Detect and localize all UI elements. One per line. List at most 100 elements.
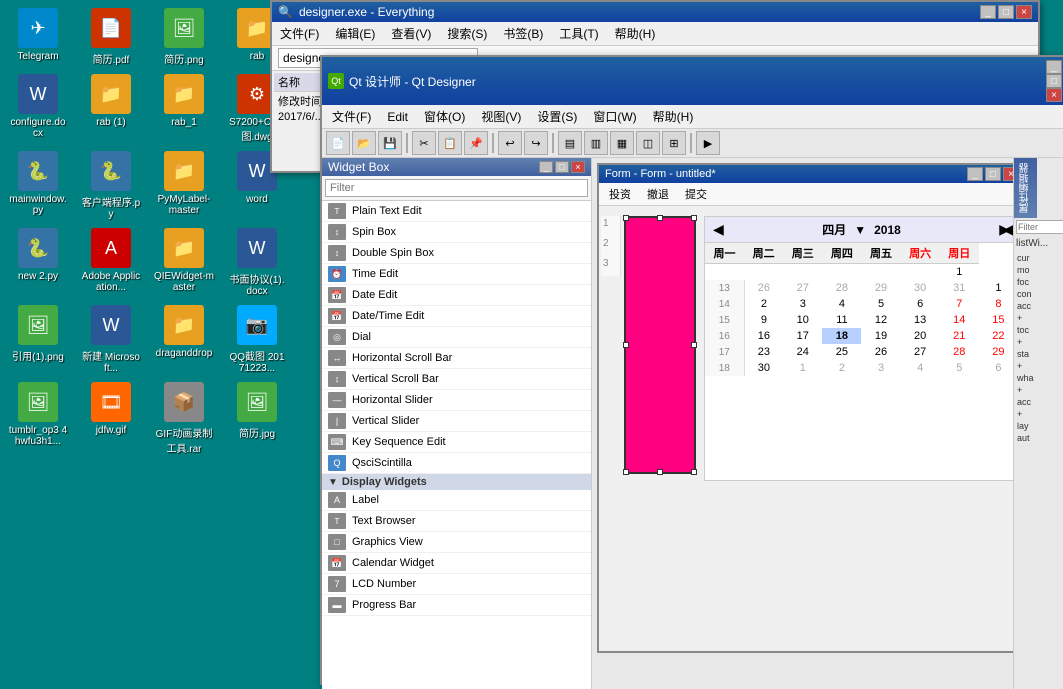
cal-prev-29[interactable]: 29	[861, 280, 900, 296]
cal-day-10[interactable]: 10	[783, 312, 822, 328]
cal-day-22[interactable]: 22	[979, 328, 1013, 344]
desktop-icon-pylabel[interactable]: 📁 PyMyLabel-master	[154, 151, 214, 220]
cal-day-29[interactable]: 29	[979, 344, 1013, 360]
everything-menu-search[interactable]: 搜索(S)	[443, 24, 491, 43]
everything-menu-edit[interactable]: 编辑(E)	[331, 24, 379, 43]
cal-day-23[interactable]: 23	[744, 344, 783, 360]
widget-item-hscroll[interactable]: ↔ Horizontal Scroll Bar	[322, 348, 591, 369]
everything-menu-file[interactable]: 文件(F)	[276, 24, 323, 43]
everything-menu-bookmark[interactable]: 书签(B)	[499, 24, 547, 43]
handle-tl[interactable]	[623, 215, 629, 221]
cal-day-19[interactable]: 19	[861, 328, 900, 344]
widget-box-close-button[interactable]: ×	[571, 161, 585, 173]
calendar-widget[interactable]: ◀ ◀ 四月 ▼ 2018 ▶	[704, 216, 1013, 481]
cal-day-7[interactable]: 7	[940, 296, 979, 312]
cal-day-18-today[interactable]: 18	[822, 328, 861, 344]
toolbar-layout2-button[interactable]: ▥	[584, 131, 608, 155]
toolbar-paste-button[interactable]: 📌	[464, 131, 488, 155]
cal-day-21[interactable]: 21	[940, 328, 979, 344]
prop-expand-2[interactable]: +	[1016, 336, 1063, 348]
widget-filter-input[interactable]	[325, 179, 588, 197]
calendar-prev-button[interactable]: ◀	[713, 221, 724, 238]
widget-item-graphics-view[interactable]: □ Graphics View	[322, 532, 591, 553]
widget-item-hslider[interactable]: — Horizontal Slider	[322, 390, 591, 411]
qt-menu-settings[interactable]: 设置(S)	[529, 106, 585, 127]
prop-expand-4[interactable]: +	[1016, 384, 1063, 396]
cal-day-14[interactable]: 14	[940, 312, 979, 328]
cal-day-12[interactable]: 12	[861, 312, 900, 328]
widget-item-plain-text[interactable]: T Plain Text Edit	[322, 201, 591, 222]
desktop-icon-telegram[interactable]: ✈ Telegram	[8, 8, 68, 66]
cal-day-1[interactable]: 1	[940, 264, 979, 281]
desktop-icon-gif-tool[interactable]: 📦 GIF动画录制工具.rar	[154, 382, 214, 455]
handle-tr[interactable]	[691, 215, 697, 221]
widget-item-progress-bar[interactable]: ▬ Progress Bar	[322, 595, 591, 616]
widget-item-calendar[interactable]: 📅 Calendar Widget	[322, 553, 591, 574]
qt-menu-help[interactable]: 帮助(H)	[645, 106, 702, 127]
qt-menu-edit[interactable]: Edit	[379, 108, 416, 126]
toolbar-layout5-button[interactable]: ⊞	[662, 131, 686, 155]
qt-menu-window[interactable]: 窗口(W)	[585, 106, 644, 127]
qt-menu-view[interactable]: 视图(V)	[473, 106, 529, 127]
widget-item-time-edit[interactable]: ⏰ Time Edit	[322, 264, 591, 285]
cal-day-5[interactable]: 5	[861, 296, 900, 312]
cal-day-4[interactable]: 4	[822, 296, 861, 312]
prop-expand-3[interactable]: +	[1016, 360, 1063, 372]
cal-day-27[interactable]: 27	[901, 344, 940, 360]
cal-day-empty-1[interactable]	[705, 264, 744, 281]
handle-mr[interactable]	[691, 342, 697, 348]
cal-prev-27[interactable]: 27	[783, 280, 822, 296]
handle-bl[interactable]	[623, 469, 629, 475]
desktop-icon-jianli-pdf[interactable]: 📄 简历.pdf	[81, 8, 141, 66]
everything-menu-tools[interactable]: 工具(T)	[555, 24, 602, 43]
cal-next-3[interactable]: 3	[861, 360, 900, 376]
cal-next-2[interactable]: 2	[822, 360, 861, 376]
everything-menu-help[interactable]: 帮助(H)	[611, 24, 660, 43]
widget-item-vscroll[interactable]: ↕ Vertical Scroll Bar	[322, 369, 591, 390]
cal-day-empty-3[interactable]	[783, 264, 822, 281]
cal-day-3[interactable]: 3	[783, 296, 822, 312]
cal-day-26[interactable]: 26	[861, 344, 900, 360]
handle-bm[interactable]	[657, 469, 663, 475]
qt-maximize-button[interactable]: □	[1046, 74, 1062, 88]
property-filter-input[interactable]	[1016, 220, 1063, 234]
cal-day-11[interactable]: 11	[822, 312, 861, 328]
display-widgets-section[interactable]: ▼ Display Widgets	[322, 474, 591, 490]
widget-item-datetime-edit[interactable]: 📅 Date/Time Edit	[322, 306, 591, 327]
cal-day-30[interactable]: 30	[744, 360, 783, 376]
widget-item-vslider[interactable]: | Vertical Slider	[322, 411, 591, 432]
everything-close-button[interactable]: ×	[1016, 5, 1032, 19]
cal-prev-28[interactable]: 28	[822, 280, 861, 296]
toolbar-cut-button[interactable]: ✂	[412, 131, 436, 155]
cal-next-5[interactable]: 5	[940, 360, 979, 376]
handle-br[interactable]	[691, 469, 697, 475]
toolbar-new-button[interactable]: 📄	[326, 131, 350, 155]
form-toolbar-btn-2[interactable]: 撤退	[643, 185, 673, 203]
toolbar-copy-button[interactable]: 📋	[438, 131, 462, 155]
form-minimize-button[interactable]: _	[967, 167, 983, 181]
widget-item-text-browser[interactable]: T Text Browser	[322, 511, 591, 532]
prop-expand-1[interactable]: +	[1016, 312, 1063, 324]
cal-day-15[interactable]: 15	[979, 312, 1013, 328]
cal-prev-30[interactable]: 30	[901, 280, 940, 296]
everything-minimize-button[interactable]: _	[980, 5, 996, 19]
desktop-icon-jianli-png[interactable]: 🖼 简历.png	[154, 8, 214, 66]
widget-item-label[interactable]: A Label	[322, 490, 591, 511]
widget-item-dial[interactable]: ◎ Dial	[322, 327, 591, 348]
widget-box-minimize-button[interactable]: _	[539, 161, 553, 173]
prop-expand-5[interactable]: +	[1016, 408, 1063, 420]
cal-next-4[interactable]: 4	[901, 360, 940, 376]
qt-minimize-button[interactable]: _	[1046, 60, 1062, 74]
widget-item-spin-box[interactable]: ↕ Spin Box	[322, 222, 591, 243]
widget-item-double-spin[interactable]: ↕ Double Spin Box	[322, 243, 591, 264]
cal-day-8[interactable]: 8	[979, 296, 1013, 312]
handle-tm[interactable]	[657, 215, 663, 221]
cal-prev-31[interactable]: 31	[940, 280, 979, 296]
form-toolbar-btn-3[interactable]: 提交	[681, 185, 711, 203]
cal-next-6[interactable]: 6	[979, 360, 1013, 376]
widget-item-qsci[interactable]: Q QsciScintilla	[322, 453, 591, 474]
cal-day-6[interactable]: 6	[901, 296, 940, 312]
cal-day-16a[interactable]: 16	[744, 328, 783, 344]
desktop-icon-rab-1[interactable]: 📁 rab_1	[154, 74, 214, 143]
toolbar-redo-button[interactable]: ↪	[524, 131, 548, 155]
